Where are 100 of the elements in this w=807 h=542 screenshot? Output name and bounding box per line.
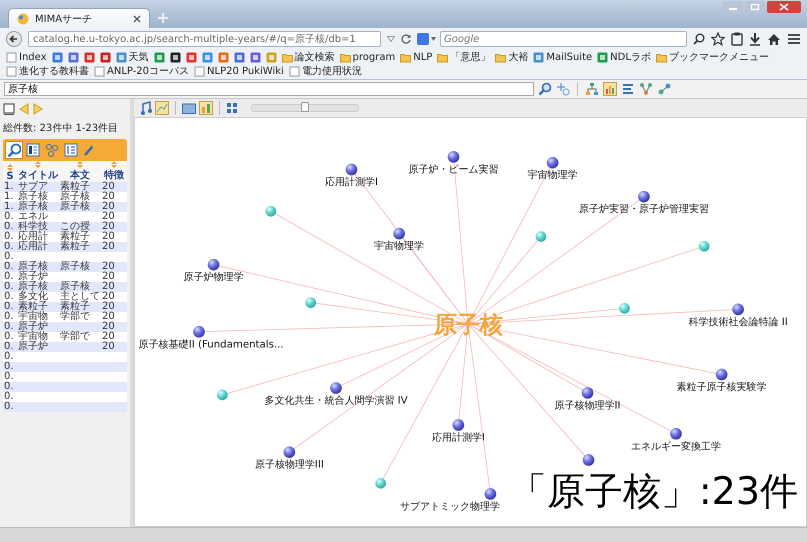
node-label: 原子炉実習・原子炉管理実習 (578, 204, 709, 216)
graph-node[interactable] (448, 151, 460, 163)
table-cell: 原子核 (59, 192, 101, 202)
bookmark-link[interactable]: NDLラボ (597, 51, 651, 64)
node-label: 多文化共生・統合人間学演習 IV (264, 396, 408, 407)
bookmark-link[interactable]: MailSuite (533, 51, 592, 64)
back-icon[interactable] (6, 31, 22, 47)
bookmark-link[interactable]: NLP20 PukiWiki (194, 65, 284, 78)
star-icon[interactable] (711, 32, 725, 46)
graph-node[interactable] (208, 258, 220, 271)
table-cell: 多文化 (17, 292, 59, 302)
graph-node[interactable] (330, 382, 342, 394)
list-icon[interactable] (621, 82, 635, 96)
search-field[interactable]: 原子核 (4, 82, 534, 96)
graph-node[interactable] (193, 326, 205, 338)
url-field[interactable]: catalog.he.u-tokyo.ac.jp/search-multiple-years/#/q=原子核/db=1 (28, 31, 381, 47)
graph-node[interactable] (305, 297, 316, 308)
graph-node[interactable] (216, 390, 228, 400)
sort-icon (7, 164, 13, 171)
table-cell: 20 (101, 202, 127, 212)
sort-icon (111, 161, 117, 168)
table-cell: 0. (3, 252, 17, 262)
browser-tab[interactable]: MIMAサーチ (8, 8, 150, 28)
graph-node[interactable] (638, 190, 650, 203)
graph-node[interactable] (393, 228, 405, 240)
table-cell: 0. (3, 262, 17, 272)
panel-tab[interactable] (62, 141, 80, 159)
network-icon[interactable] (639, 82, 653, 96)
table-cell: 宇宙物 (17, 312, 59, 322)
graph-node[interactable] (716, 368, 728, 380)
close-icon[interactable] (133, 14, 141, 22)
bookmark-link[interactable]: 電力使用状況 (288, 65, 362, 78)
table-cell: 科学技 (17, 222, 59, 232)
dropdown-icon[interactable] (387, 36, 395, 42)
graph-node[interactable] (698, 240, 710, 252)
table-cell: 20 (101, 212, 127, 222)
graph-node[interactable] (484, 488, 496, 500)
bookmark-link[interactable]: 天気 (116, 51, 149, 64)
graph-node[interactable] (266, 206, 276, 217)
table-cell: 1. (3, 202, 17, 212)
clipboard-icon[interactable] (731, 32, 743, 46)
table-cell: 学部で (59, 312, 101, 322)
download-icon[interactable] (749, 32, 761, 46)
menu-icon[interactable] (787, 33, 801, 45)
search-field[interactable]: Google (440, 31, 687, 47)
table-cell: 0. (3, 382, 17, 392)
nodes-icon (45, 143, 59, 157)
graph-node[interactable] (375, 478, 386, 489)
zoom-slider[interactable] (251, 104, 359, 112)
page-icon[interactable] (3, 103, 15, 115)
search-icon[interactable] (693, 33, 705, 45)
bookmark-link[interactable]: ブックマークメニュー (656, 51, 769, 64)
table-cell: 20 (101, 222, 127, 232)
bookmark-link[interactable]: ANLP-20コーパス (94, 65, 190, 78)
music-icon[interactable] (140, 101, 152, 115)
table-cell: 素粒子 (59, 302, 101, 312)
graph-node[interactable] (619, 303, 630, 314)
node-label: 応用計測学I (432, 432, 485, 444)
graph-node[interactable] (452, 419, 464, 431)
nodes-icon[interactable] (657, 82, 671, 96)
bookmark-link[interactable]: 「意思」 (437, 51, 490, 64)
table-cell: 20 (101, 332, 127, 342)
graph-node[interactable] (582, 454, 594, 466)
tree-icon[interactable] (585, 82, 599, 96)
table-cell: 20 (101, 192, 127, 202)
bookmark-link[interactable]: 大裕 (495, 51, 528, 64)
bookmark-link[interactable]: Index (6, 51, 47, 64)
close-icon[interactable] (767, 1, 801, 13)
bookmark-link[interactable]: 進化する教科書 (6, 65, 89, 78)
home-icon[interactable] (767, 32, 781, 46)
sort-icon (35, 161, 41, 168)
graph-node[interactable] (284, 446, 296, 458)
graph-node[interactable] (536, 231, 546, 242)
bookmark-icon[interactable] (170, 52, 181, 63)
bookmark-link[interactable]: program (340, 51, 396, 64)
panel-tab[interactable] (24, 141, 42, 159)
graph-node[interactable] (670, 428, 682, 440)
table-cell: 素粒子 (59, 182, 101, 192)
graph-node[interactable] (582, 387, 594, 399)
google-icon[interactable] (417, 33, 437, 45)
table-cell: 原子核 (17, 202, 59, 212)
graph-node[interactable] (732, 304, 744, 316)
graph-node[interactable] (546, 156, 558, 169)
graph-node[interactable] (346, 164, 358, 176)
bookmark-link[interactable]: 論文検索 (282, 51, 335, 64)
slider-thumb[interactable] (301, 102, 309, 112)
grid-icon[interactable] (226, 102, 238, 114)
list-icon (26, 143, 40, 157)
chart-icon[interactable] (603, 82, 617, 96)
table-cell: 20 (101, 312, 127, 322)
table-cell: 応用計 (17, 242, 59, 252)
bookmark-link[interactable]: NLP (400, 51, 432, 64)
table-cell: 原子炉 (17, 272, 59, 282)
table-cell: 原子炉 (17, 342, 59, 352)
node-label: エネルギー変換工学 (630, 441, 721, 452)
table-cell: 原子核 (59, 282, 101, 292)
reload-icon[interactable] (401, 34, 411, 44)
table-cell: 0. (3, 282, 17, 292)
table-cell: 原子核 (59, 262, 101, 272)
panel-tab[interactable] (5, 141, 23, 159)
